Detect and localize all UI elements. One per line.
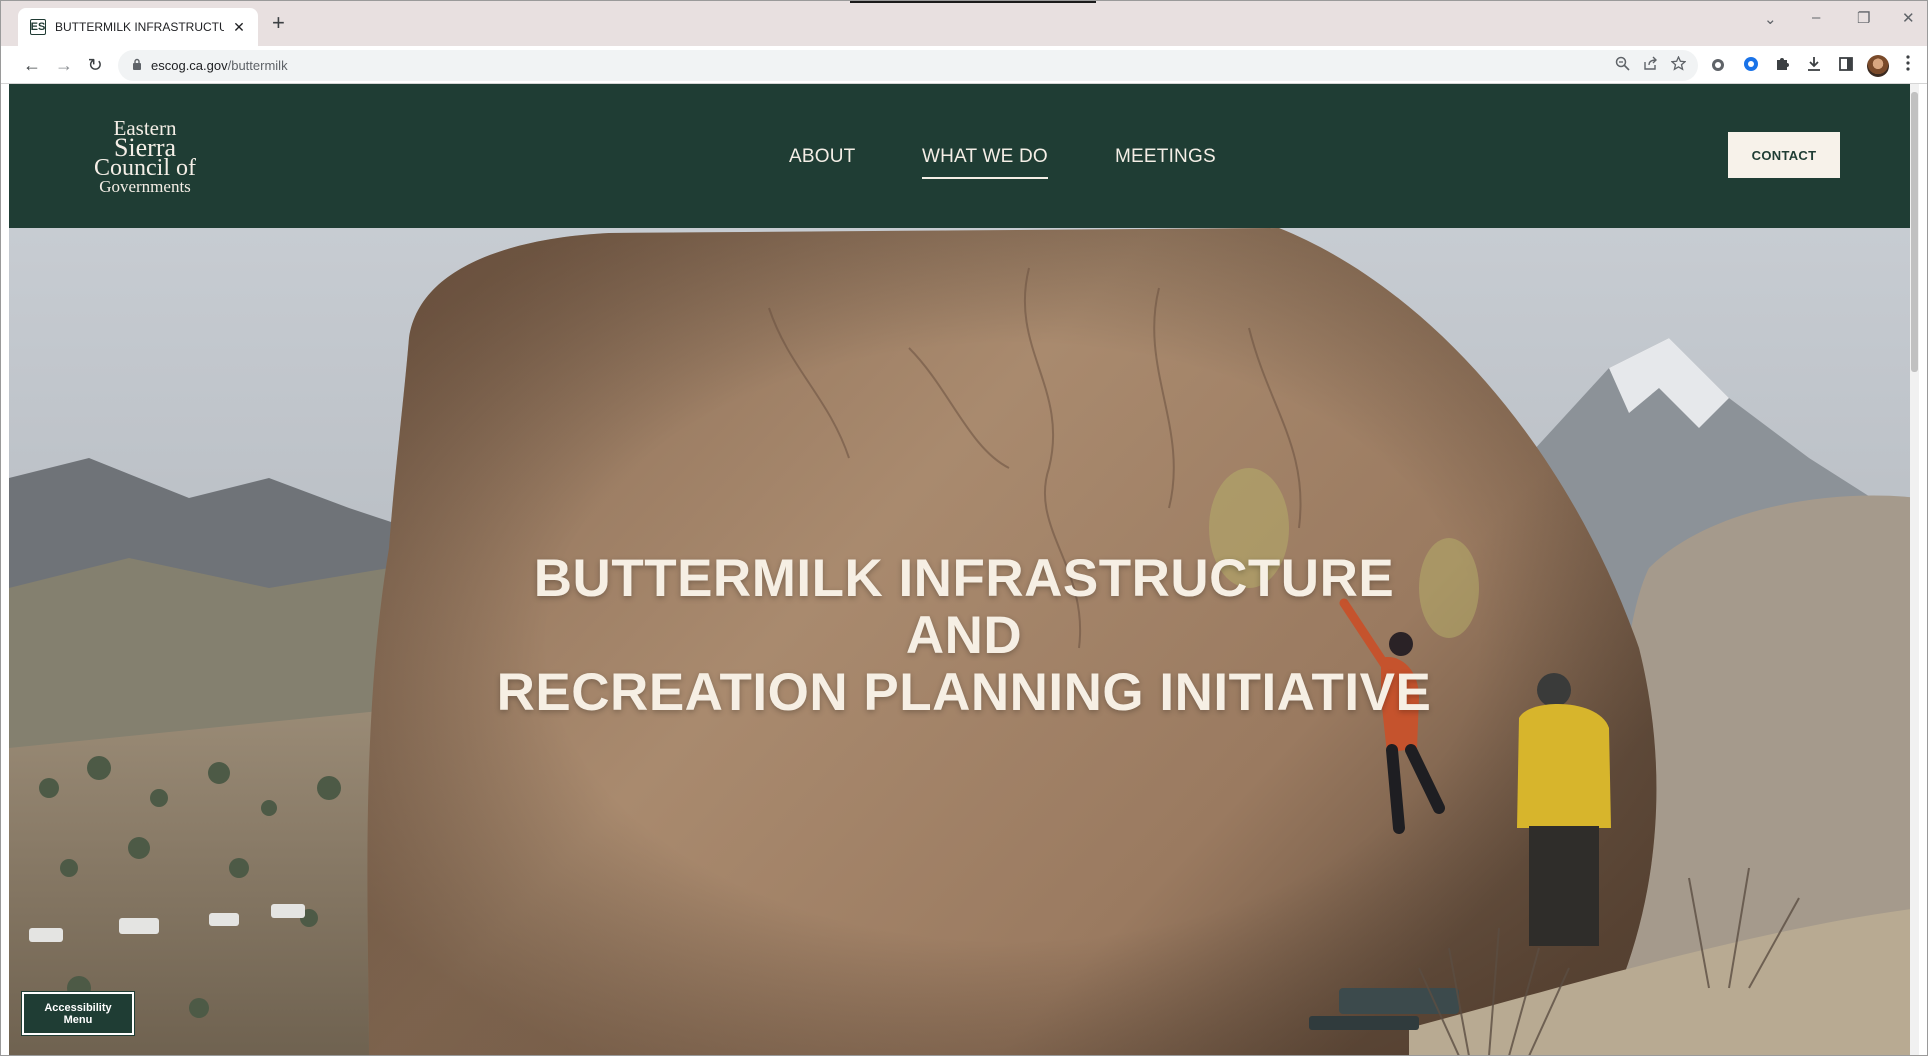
chrome-extension-icon[interactable] xyxy=(1743,56,1759,77)
favicon-icon: ES xyxy=(30,19,46,35)
back-button[interactable]: ← xyxy=(18,51,46,79)
hero-title: BUTTERMILK INFRASTRUCTURE AND RECREATION… xyxy=(9,550,1919,721)
zoom-icon[interactable] xyxy=(1615,56,1630,75)
address-bar[interactable]: escog.ca.gov/buttermilk xyxy=(118,50,1698,81)
accessibility-menu-button[interactable]: Accessibility Menu xyxy=(21,991,135,1036)
hero-title-line: AND xyxy=(905,606,1023,665)
site-logo[interactable]: Eastern Sierra Council of Governments xyxy=(85,118,205,196)
logo-line: Governments xyxy=(99,177,191,196)
close-window-button[interactable]: ✕ xyxy=(1902,9,1915,27)
web-page: Eastern Sierra Council of Governments AB… xyxy=(9,84,1919,1056)
kebab-menu-icon[interactable] xyxy=(1906,55,1910,76)
accessibility-label-line2: Menu xyxy=(63,1013,93,1026)
tab-search-icon[interactable]: ⌄ xyxy=(1764,10,1777,28)
extension-icon[interactable] xyxy=(1710,56,1726,77)
tab-title: BUTTERMILK INFRASTRUCTURE A xyxy=(55,20,224,34)
tab-close-icon[interactable]: ✕ xyxy=(230,19,248,36)
hero-title-line: BUTTERMILK INFRASTRUCTURE xyxy=(533,549,1395,608)
url-domain: escog.ca.gov xyxy=(151,58,228,73)
accessibility-label-line1: Accessibility xyxy=(44,1001,112,1014)
hero-title-line: RECREATION PLANNING INITIATIVE xyxy=(496,663,1432,722)
nav-link-meetings[interactable]: MEETINGS xyxy=(1115,146,1216,168)
download-icon[interactable] xyxy=(1806,56,1822,77)
page-scrollbar[interactable] xyxy=(1910,84,1919,1056)
bookmark-star-icon[interactable] xyxy=(1670,55,1687,75)
reload-button[interactable]: ↻ xyxy=(81,51,109,79)
url-path: /buttermilk xyxy=(227,58,288,73)
site-header: Eastern Sierra Council of Governments AB… xyxy=(9,84,1919,228)
restore-button[interactable]: ❐ xyxy=(1857,9,1870,27)
browser-toolbar: ← → ↻ escog.ca.gov/buttermilk xyxy=(0,46,1928,84)
browser-tab[interactable]: ES BUTTERMILK INFRASTRUCTURE A ✕ xyxy=(18,8,258,46)
profile-avatar-icon[interactable] xyxy=(1867,55,1889,77)
share-icon[interactable] xyxy=(1643,56,1658,75)
lock-icon[interactable] xyxy=(132,58,142,73)
puzzle-icon[interactable] xyxy=(1774,56,1790,77)
hero-banner: BUTTERMILK INFRASTRUCTURE AND RECREATION… xyxy=(9,228,1919,1056)
nav-link-about[interactable]: ABOUT xyxy=(789,146,855,168)
browser-title-bar: ES BUTTERMILK INFRASTRUCTURE A ✕ + ⌄ – ❐… xyxy=(0,0,1928,46)
url-text[interactable]: escog.ca.gov/buttermilk xyxy=(151,58,288,73)
forward-button[interactable]: → xyxy=(50,51,78,79)
minimize-button[interactable]: – xyxy=(1812,9,1820,26)
nav-link-what-we-do[interactable]: WHAT WE DO xyxy=(922,146,1048,179)
logo-line: Council of xyxy=(94,155,196,181)
scrollbar-thumb[interactable] xyxy=(1911,92,1918,372)
side-panel-icon[interactable] xyxy=(1838,56,1854,77)
contact-button[interactable]: CONTACT xyxy=(1728,132,1840,178)
new-tab-button[interactable]: + xyxy=(272,12,285,34)
title-bar-notch xyxy=(850,0,1096,3)
